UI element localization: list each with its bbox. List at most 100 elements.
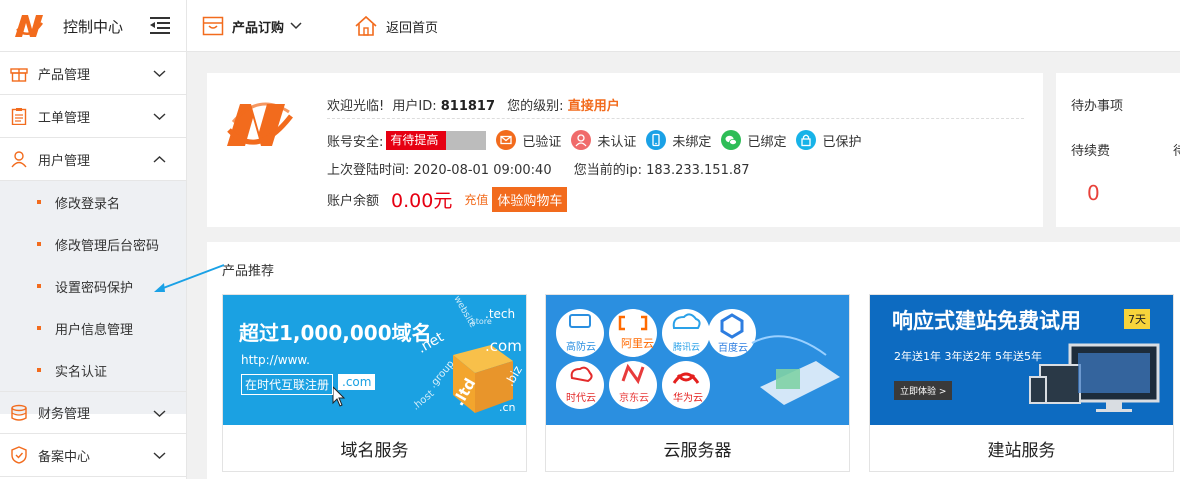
chevron-down-icon <box>153 410 166 417</box>
sidebar-item-label: 工单管理 <box>38 110 91 126</box>
submenu-label: 修改登录名 <box>55 196 121 212</box>
nav-home-link[interactable]: 返回首页 <box>354 0 438 52</box>
product-domain[interactable]: 超过1,000,000域名 http://www. 在时代互联注册 .com .… <box>222 294 527 472</box>
bullet-icon <box>37 242 41 246</box>
nav-home-label: 返回首页 <box>386 20 439 36</box>
security-badge: 有待提高 <box>386 130 447 150</box>
recharge-link[interactable]: 充值 <box>464 191 488 208</box>
nav-product-orders[interactable]: 产品订购 <box>202 0 302 52</box>
product-name[interactable]: 建站服务 <box>870 425 1173 471</box>
cloud-name: 高防云 <box>566 342 596 353</box>
balance-line: 账户余额 0.00元 充值 体验购物车 <box>327 186 568 213</box>
security-item-label: 未认证 <box>597 134 637 150</box>
nav-orders-label: 产品订购 <box>232 20 285 36</box>
tld-label: .com <box>485 337 522 355</box>
shield-icon <box>11 446 27 464</box>
bullet-icon <box>37 200 41 204</box>
product-site-building[interactable]: 响应式建站免费试用 7天 2年送1年 3年送2年 5年送5年 立即体验 > 建站… <box>869 294 1174 472</box>
security-phone-status[interactable]: 未绑定 <box>646 130 711 150</box>
account-summary-card: 欢迎光临! 用户ID: 811817 您的级别: 直接用户 账号安全: 有待提高… <box>207 73 1043 227</box>
uid-label: 用户ID: <box>392 99 437 114</box>
phone-icon <box>646 130 667 150</box>
todo-renew-label: 待续费 <box>1071 144 1111 159</box>
domain-headline: 超过1,000,000域名 <box>239 321 432 345</box>
submenu-item-change-admin-password[interactable]: 修改管理后台密码 <box>0 223 186 265</box>
ip-address: 183.233.151.87 <box>646 163 750 178</box>
brand-logo-icon[interactable] <box>12 9 46 43</box>
submenu-item-real-name[interactable]: 实名认证 <box>0 349 186 391</box>
product-name[interactable]: 域名服务 <box>223 425 526 471</box>
divider <box>327 118 1024 119</box>
balance-amount: 0.00元 <box>391 190 453 212</box>
menu-collapse-icon[interactable] <box>150 16 170 34</box>
sidebar-item-finance[interactable]: 财务管理 <box>0 391 186 434</box>
company-logo-icon <box>227 102 293 146</box>
chevron-down-icon <box>153 452 166 459</box>
user-id: 811817 <box>440 99 496 114</box>
chevron-down-icon <box>153 113 166 120</box>
site-banner[interactable]: 响应式建站免费试用 7天 2年送1年 3年送2年 5年送5年 立即体验 > <box>870 295 1173 425</box>
todo-card: 待办事项 待续费 待 0 <box>1056 73 1180 227</box>
user-submenu: 修改登录名 修改管理后台密码 设置密码保护 用户信息管理 实名认证 <box>0 181 186 414</box>
pointer-arrow-icon <box>154 264 225 292</box>
cloud-name: 腾讯云 <box>673 343 701 353</box>
cloud-name: 华为云 <box>673 393 703 404</box>
submenu-label: 实名认证 <box>55 364 108 380</box>
security-email-status[interactable]: 已验证 <box>496 130 561 150</box>
last-login-label: 上次登陆时间: <box>327 163 410 178</box>
product-name[interactable]: 云服务器 <box>546 425 849 471</box>
chevron-down-icon <box>153 70 166 77</box>
sidebar-item-label: 财务管理 <box>38 407 91 422</box>
bullet-icon <box>37 326 41 330</box>
domain-banner[interactable]: 超过1,000,000域名 http://www. 在时代互联注册 .com .… <box>223 295 526 425</box>
site-try-button[interactable]: 立即体验 > <box>894 381 953 400</box>
sidebar-item-label: 备案中心 <box>38 449 91 465</box>
mail-icon <box>496 130 517 150</box>
brand-area: 控制中心 <box>0 0 187 52</box>
sidebar-item-tickets[interactable]: 工单管理 <box>0 95 186 138</box>
submenu-item-user-info[interactable]: 用户信息管理 <box>0 307 186 349</box>
sidebar-item-label: 用户管理 <box>38 153 91 169</box>
security-item-label: 未绑定 <box>672 134 712 150</box>
security-identity-status[interactable]: 未认证 <box>571 130 636 150</box>
todo-renew-count[interactable]: 0 <box>1087 181 1100 205</box>
sidebar-item-filing[interactable]: 备案中心 <box>0 434 186 477</box>
user-level: 直接用户 <box>567 99 620 114</box>
tld-label: .cn <box>499 401 516 414</box>
product-recommend-card: 产品推荐 超过1,000,000域名 http://www. 在时代互联注册 .… <box>207 242 1180 479</box>
shop-icon <box>202 16 224 36</box>
security-item-label: 已验证 <box>522 134 562 150</box>
security-lock-status[interactable]: 已保护 <box>796 130 861 150</box>
cloud-banner[interactable]: 高防云 阿里云 腾讯云 百度云 时代云 京东云 华为云 <box>546 295 849 425</box>
submenu-label: 修改管理后台密码 <box>55 238 160 254</box>
sidebar-item-label: 产品管理 <box>38 67 91 83</box>
app-title: 控制中心 <box>63 18 124 36</box>
sidebar-item-users[interactable]: 用户管理 <box>0 138 186 181</box>
try-cart-button[interactable]: 体验购物车 <box>492 187 568 212</box>
chevron-up-icon <box>153 156 166 163</box>
security-bar-remaining <box>446 130 487 150</box>
person-icon <box>571 130 592 150</box>
top-bar: 控制中心 产品订购 返回首页 <box>0 0 1180 52</box>
clipboard-icon <box>11 108 27 125</box>
product-cloud[interactable]: 高防云 阿里云 腾讯云 百度云 时代云 京东云 华为云 云服务器 <box>545 294 850 472</box>
login-info-line: 上次登陆时间: 2020-08-01 09:00:40 您当前的ip: 183.… <box>327 159 750 178</box>
ip-label: 您当前的ip: <box>573 163 642 178</box>
greeting-text: 欢迎光临! <box>327 99 385 114</box>
domain-suffix: .com <box>338 374 376 390</box>
welcome-line: 欢迎光临! 用户ID: 811817 您的级别: 直接用户 <box>327 95 620 114</box>
tld-label: .store <box>469 317 492 326</box>
security-item-label: 已绑定 <box>747 134 787 150</box>
chevron-down-icon <box>290 22 302 30</box>
security-wechat-status[interactable]: 已绑定 <box>721 130 786 150</box>
sidebar-item-products[interactable]: 产品管理 <box>0 52 186 95</box>
section-title: 产品推荐 <box>222 264 275 279</box>
gift-box-icon <box>10 68 28 82</box>
cloud-name: 时代云 <box>566 393 596 404</box>
lock-icon <box>796 130 817 150</box>
security-line: 账号安全: 有待提高 已验证 未认证 未绑定 已绑定 已保护 <box>327 130 861 150</box>
submenu-label: 设置密码保护 <box>55 280 134 296</box>
home-icon <box>355 15 377 36</box>
submenu-item-change-login[interactable]: 修改登录名 <box>0 181 186 223</box>
wechat-icon <box>721 130 742 150</box>
